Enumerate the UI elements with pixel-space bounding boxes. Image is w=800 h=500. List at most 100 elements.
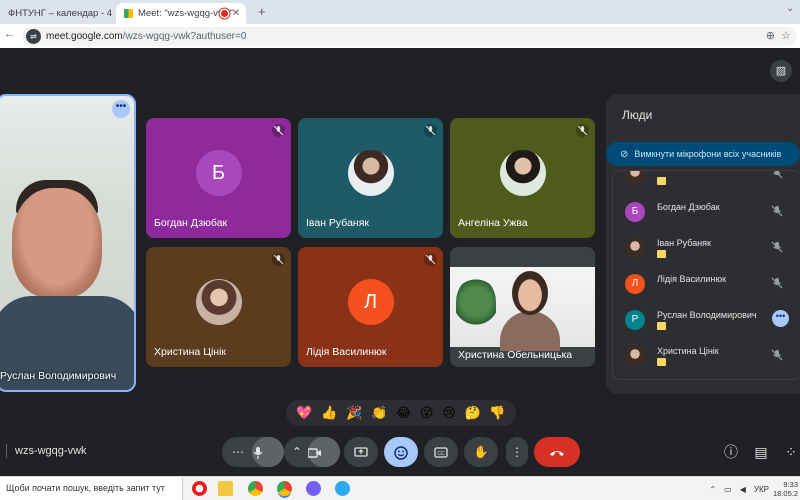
participant-avatar: Л xyxy=(625,274,645,294)
tile-more-options-icon[interactable]: ••• xyxy=(112,100,130,118)
chrome-icon[interactable] xyxy=(248,481,263,496)
participant-name: Іван Рубаняк xyxy=(306,217,369,229)
participant-more-icon[interactable]: ••• xyxy=(772,310,789,327)
emoji-reactions-button[interactable] xyxy=(384,437,418,467)
reaction-emoji-button[interactable]: 👎 xyxy=(489,405,505,421)
address-bar[interactable]: ⇌ meet.google.com/wzs-wgqg-vwk?authuser=… xyxy=(22,27,797,46)
opera-icon[interactable] xyxy=(192,481,207,496)
speaker-tile[interactable]: ••• Руслан Володимирович xyxy=(0,94,136,392)
telegram-icon[interactable] xyxy=(335,481,350,496)
participant-list-item[interactable]: Іван Рубаняк xyxy=(613,233,800,263)
video-plant xyxy=(456,277,496,327)
volume-icon[interactable]: ◀ xyxy=(740,485,746,494)
participant-name: Ангеліна Ужва xyxy=(458,217,528,229)
captions-button[interactable]: CC xyxy=(424,437,458,467)
participant-list-name: Богдан Дзюбак xyxy=(657,202,720,212)
participant-tile[interactable]: Христина Цінік xyxy=(146,247,291,367)
host-badge-icon xyxy=(657,177,666,185)
activities-icon[interactable]: ⁘ xyxy=(781,442,800,462)
raise-hand-button[interactable]: ✋ xyxy=(464,437,498,467)
windows-taskbar: Щоби почати пошук, введіть запит тут ⌃ ▭… xyxy=(0,476,800,500)
participant-list-item[interactable] xyxy=(613,170,800,189)
reaction-emoji-button[interactable]: 😂 xyxy=(396,405,411,421)
tab-meet[interactable]: Meet: "wzs-wgqg-vwk" ✕ xyxy=(116,3,246,24)
site-info-icon[interactable]: ⇌ xyxy=(26,29,41,44)
participant-video-tile[interactable]: Христина Обельницька xyxy=(450,247,595,367)
chrome-meet-icon[interactable] xyxy=(277,481,292,496)
chat-icon[interactable]: ▤ xyxy=(751,442,771,462)
participant-avatar: Б xyxy=(625,202,645,222)
reaction-emoji-button[interactable]: 👍 xyxy=(321,405,337,421)
tray-chevron-icon[interactable]: ⌃ xyxy=(709,485,716,494)
mic-off-icon[interactable] xyxy=(771,170,783,179)
url-text: meet.google.com/wzs-wgqg-vwk?authuser=0 xyxy=(46,31,246,42)
participant-name: Лідія Василинюк xyxy=(306,346,387,358)
recording-indicator-icon xyxy=(221,10,228,17)
more-audio-options-icon[interactable]: ⋯ xyxy=(232,445,244,459)
avatar: Б xyxy=(195,150,242,196)
zoom-icon[interactable]: ⊕ xyxy=(766,29,775,42)
file-explorer-icon[interactable] xyxy=(218,481,233,496)
new-tab-button[interactable]: + xyxy=(258,4,266,19)
viber-icon[interactable] xyxy=(306,481,321,496)
clock-date: 18.05.2 xyxy=(772,489,798,498)
taskbar-search-input[interactable]: Щоби почати пошук, введіть запит тут xyxy=(0,477,183,500)
mic-control[interactable]: ⋯ xyxy=(222,437,284,467)
meeting-code-text: wzs-wgqg-vwk xyxy=(15,444,87,457)
reaction-emoji-button[interactable]: 😮 xyxy=(420,405,434,421)
mic-off-icon: ⊘ xyxy=(620,148,629,160)
language-indicator[interactable]: УКР xyxy=(754,485,769,494)
avatar xyxy=(499,150,546,196)
present-screen-button[interactable] xyxy=(344,437,378,467)
reaction-emoji-button[interactable]: 🤔 xyxy=(464,405,480,421)
captions-icon: CC xyxy=(434,447,448,458)
clock[interactable]: 9:33 18.05.2 xyxy=(773,480,798,498)
mic-off-icon xyxy=(424,124,437,137)
tab-calendar[interactable]: ФНТУНГ – календар - 4 дні, п xyxy=(0,3,112,24)
mic-off-icon[interactable] xyxy=(771,277,783,289)
reaction-emoji-button[interactable]: 🎉 xyxy=(346,405,362,421)
browser-tab-strip: ФНТУНГ – календар - 4 дні, п Meet: "wzs-… xyxy=(0,0,800,24)
people-panel-title: Люди xyxy=(622,108,653,122)
avatar xyxy=(347,150,394,196)
participant-list-name: Лідія Василинюк xyxy=(657,274,727,284)
participant-list-item[interactable]: Б Богдан Дзюбак xyxy=(613,197,800,227)
participant-list[interactable]: Б Богдан Дзюбак Іван Рубаняк Л Лідія Василин… xyxy=(612,170,800,380)
mic-off-icon xyxy=(272,253,285,266)
participant-list-item[interactable]: Р Руслан Володимирович ••• xyxy=(613,305,800,335)
url-path: /wzs-wgqg-vwk?authuser=0 xyxy=(122,31,247,42)
meeting-info-icon[interactable]: ⓘ xyxy=(721,442,741,462)
reactions-bar: 💖 👍 🎉 👏 😂 😮 😢 🤔 👎 xyxy=(286,400,516,426)
more-options-button[interactable]: ⋮ xyxy=(506,437,528,467)
participant-tile[interactable]: Б Богдан Дзюбак xyxy=(146,118,291,238)
participant-tile[interactable]: Іван Рубаняк xyxy=(298,118,443,238)
camera-control[interactable]: ⌃ xyxy=(284,437,340,467)
mic-off-icon[interactable] xyxy=(771,205,783,217)
avatar: Л xyxy=(347,279,394,325)
reaction-emoji-button[interactable]: 😢 xyxy=(442,405,456,421)
tab-search-icon[interactable]: ⌄ xyxy=(786,3,794,14)
network-icon[interactable]: ▭ xyxy=(724,485,732,494)
back-icon[interactable]: ← xyxy=(4,28,15,40)
bookmark-star-icon[interactable]: ☆ xyxy=(781,29,791,42)
speaker-face xyxy=(12,188,102,298)
microphone-icon[interactable] xyxy=(252,437,284,467)
mic-off-icon xyxy=(424,253,437,266)
reaction-emoji-button[interactable]: 💖 xyxy=(296,405,312,421)
reaction-emoji-button[interactable]: 👏 xyxy=(371,405,387,421)
leave-call-button[interactable] xyxy=(534,437,580,467)
camera-off-icon[interactable]: ▨ xyxy=(770,60,792,82)
participant-tile[interactable]: Л Лідія Василинюк xyxy=(298,247,443,367)
mute-all-button[interactable]: ⊘ Вимкнути мікрофони всіх учасників xyxy=(606,142,800,166)
avatar xyxy=(195,279,242,325)
participant-list-item[interactable]: Христина Цінік xyxy=(613,341,800,371)
participant-list-item[interactable]: Л Лідія Василинюк xyxy=(613,269,800,299)
participant-tile[interactable]: Ангеліна Ужва xyxy=(450,118,595,238)
clock-time: 9:33 xyxy=(783,480,798,489)
more-vert-icon: ⋮ xyxy=(511,445,523,459)
chevron-up-icon[interactable]: ⌃ xyxy=(292,445,302,459)
mic-off-icon[interactable] xyxy=(771,349,783,361)
camera-icon[interactable] xyxy=(307,437,340,467)
mic-off-icon[interactable] xyxy=(771,241,783,253)
close-tab-icon[interactable]: ✕ xyxy=(232,8,240,19)
